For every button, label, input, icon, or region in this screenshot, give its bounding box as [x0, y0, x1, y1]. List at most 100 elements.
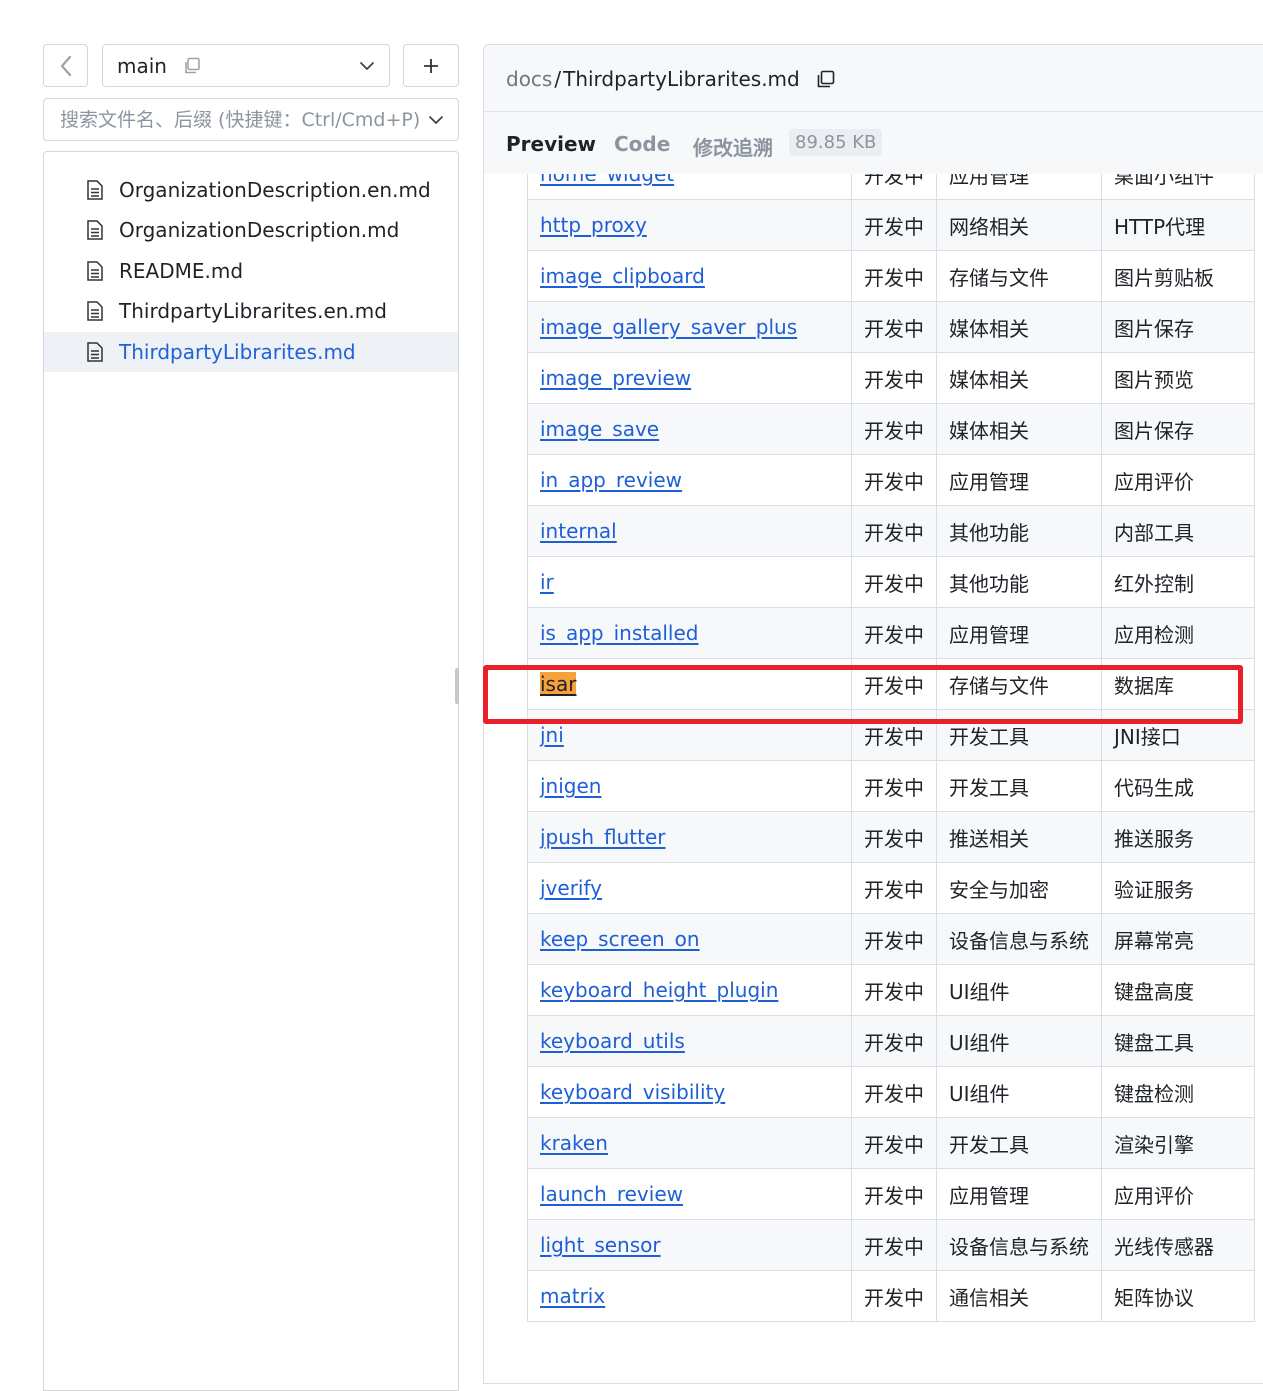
library-link[interactable]: keep_screen_on — [540, 927, 700, 951]
table-cell-status: 开发中 — [851, 301, 937, 353]
cell-text: 开发工具 — [949, 724, 1029, 749]
tab-preview[interactable]: Preview — [506, 132, 596, 156]
table-cell-desc: 应用检测 — [1101, 607, 1255, 659]
cell-text: 开发中 — [864, 1081, 924, 1106]
table-cell-desc: 应用评价 — [1101, 454, 1255, 506]
tree-item-file-active[interactable]: ThirdpartyLibrarites.md — [44, 332, 458, 372]
table-cell-category: 其他功能 — [936, 556, 1102, 608]
cell-text: 存储与文件 — [949, 673, 1049, 698]
table-cell-name: image_preview — [527, 352, 852, 404]
cell-text: 开发中 — [864, 174, 924, 188]
tab-blame[interactable]: 修改追溯 — [693, 132, 773, 161]
tree-item-file[interactable]: OrganizationDescription.en.md — [44, 170, 458, 210]
library-link[interactable]: image_preview — [540, 366, 691, 390]
table-cell-name: launch_review — [527, 1168, 852, 1220]
table-cell-category: 网络相关 — [936, 199, 1102, 251]
library-link[interactable]: jni — [540, 723, 564, 747]
library-link[interactable]: image_save — [540, 417, 659, 441]
library-link[interactable]: isar — [540, 672, 577, 696]
chevron-left-icon — [60, 55, 71, 76]
cell-text: 渲染引擎 — [1114, 1132, 1194, 1157]
tab-code[interactable]: Code — [614, 132, 670, 156]
library-link[interactable]: light_sensor — [540, 1233, 661, 1257]
table-cell-desc: 推送服务 — [1101, 811, 1255, 863]
branch-name: main — [117, 53, 167, 78]
cell-text: 开发中 — [864, 928, 924, 953]
tree-item-file[interactable]: ThirdpartyLibrarites.en.md — [44, 291, 458, 331]
table-row: in_app_review 开发中 应用管理 应用评价 — [527, 454, 1255, 506]
cell-text: 开发中 — [864, 571, 924, 596]
file-size-badge: 89.85 KB — [789, 129, 883, 156]
file-content-panel: docs / ThirdpartyLibrarites.md Preview C… — [483, 44, 1263, 1384]
library-link[interactable]: jverify — [540, 876, 602, 900]
table-cell-status: 开发中 — [851, 760, 937, 812]
table-cell-category: 安全与加密 — [936, 862, 1102, 914]
table-cell-name: keyboard_height_plugin — [527, 964, 852, 1016]
library-link[interactable]: home_widget — [540, 174, 674, 186]
tree-item-file[interactable]: OrganizationDescription.md — [44, 210, 458, 250]
table-cell-status: 开发中 — [851, 403, 937, 455]
file-search-input[interactable] — [58, 107, 428, 132]
cell-text: 红外控制 — [1114, 571, 1194, 596]
breadcrumb-dir[interactable]: docs — [506, 67, 552, 91]
copy-path-icon[interactable] — [816, 70, 835, 89]
table-cell-status: 开发中 — [851, 607, 937, 659]
library-link[interactable]: ir — [540, 570, 554, 594]
copy-icon[interactable] — [183, 57, 201, 75]
chevron-down-icon — [360, 61, 374, 70]
add-file-button[interactable] — [403, 44, 459, 87]
back-button[interactable] — [43, 44, 88, 87]
cell-text: 键盘检测 — [1114, 1081, 1194, 1106]
table-cell-desc: JNI接口 — [1101, 709, 1255, 761]
table-cell-name: in_app_review — [527, 454, 852, 506]
cell-text: 图片预览 — [1114, 367, 1194, 392]
library-link[interactable]: keyboard_height_plugin — [540, 978, 778, 1002]
library-link[interactable]: image_gallery_saver_plus — [540, 315, 797, 339]
library-link[interactable]: kraken — [540, 1131, 608, 1155]
table-cell-desc: 图片保存 — [1101, 403, 1255, 455]
library-link[interactable]: image_clipboard — [540, 264, 705, 288]
cell-text: 应用管理 — [949, 1183, 1029, 1208]
table-cell-category: 通信相关 — [936, 1270, 1102, 1322]
cell-text: 数据库 — [1114, 673, 1174, 698]
library-link[interactable]: jnigen — [540, 774, 601, 798]
cell-text: 开发中 — [864, 724, 924, 749]
table-cell-name: kraken — [527, 1117, 852, 1169]
library-link[interactable]: launch_review — [540, 1182, 683, 1206]
library-link[interactable]: jpush_flutter — [540, 825, 666, 849]
table-cell-desc: 光线传感器 — [1101, 1219, 1255, 1271]
file-search-box[interactable] — [43, 98, 459, 141]
table-cell-name: matrix — [527, 1270, 852, 1322]
table-cell-status: 开发中 — [851, 862, 937, 914]
chevron-down-icon[interactable] — [428, 115, 444, 125]
table-cell-desc: 图片预览 — [1101, 352, 1255, 404]
table-cell-desc: 屏幕常亮 — [1101, 913, 1255, 965]
table-cell-name: image_gallery_saver_plus — [527, 301, 852, 353]
table-cell-name: light_sensor — [527, 1219, 852, 1271]
library-link[interactable]: in_app_review — [540, 468, 682, 492]
tree-item-file[interactable]: README.md — [44, 251, 458, 291]
library-link[interactable]: is_app_installed — [540, 621, 699, 645]
table-cell-category: 设备信息与系统 — [936, 1219, 1102, 1271]
cell-text: 开发中 — [864, 418, 924, 443]
cell-text: 开发中 — [864, 1234, 924, 1259]
branch-selector[interactable]: main — [102, 44, 390, 87]
library-link[interactable]: internal — [540, 519, 617, 543]
cell-text: 开发中 — [864, 622, 924, 647]
cell-text: 开发工具 — [949, 775, 1029, 800]
table-cell-category: 推送相关 — [936, 811, 1102, 863]
table-cell-name: image_clipboard — [527, 250, 852, 302]
table-cell-desc: HTTP代理 — [1101, 199, 1255, 251]
library-link[interactable]: matrix — [540, 1284, 605, 1308]
table-cell-category: 开发工具 — [936, 1117, 1102, 1169]
table-cell-name: jverify — [527, 862, 852, 914]
library-link[interactable]: http_proxy — [540, 213, 647, 237]
table-cell-status: 开发中 — [851, 1117, 937, 1169]
panel-resize-handle[interactable] — [455, 668, 459, 704]
cell-text: 键盘工具 — [1114, 1030, 1194, 1055]
table-cell-desc: 验证服务 — [1101, 862, 1255, 914]
library-link[interactable]: keyboard_visibility — [540, 1080, 725, 1104]
file-tree: OrganizationDescription.en.md Organizati… — [43, 151, 459, 1391]
library-link[interactable]: keyboard_utils — [540, 1029, 685, 1053]
table-cell-category: 开发工具 — [936, 760, 1102, 812]
